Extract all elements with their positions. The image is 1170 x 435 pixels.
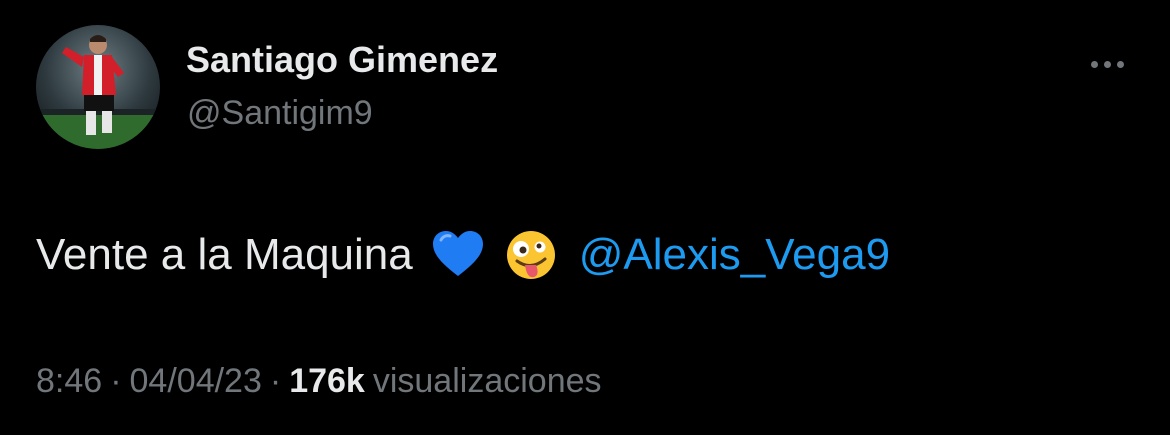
views-count[interactable]: 176k <box>289 362 365 400</box>
tweet-metadata: 8:46 · 04/04/23 · 176k visualizaciones <box>36 364 602 398</box>
tweet-card[interactable]: Santiago Gimenez @Santigim9 Vente a la M… <box>0 0 1170 435</box>
more-options-button[interactable] <box>1080 50 1134 78</box>
meta-separator: · <box>110 362 122 400</box>
author-avatar[interactable] <box>36 25 160 149</box>
tweet-text: Vente a la Maquina @Alexis_Vega9 <box>36 225 890 285</box>
author-display-name[interactable]: Santiago Gimenez <box>186 42 498 78</box>
more-dots-icon <box>1090 60 1098 68</box>
mention-link[interactable]: @Alexis_Vega9 <box>579 233 890 277</box>
player-photo-avatar-icon <box>36 25 160 149</box>
tweet-time[interactable]: 8:46 <box>36 362 102 400</box>
tweet-date[interactable]: 04/04/23 <box>130 362 262 400</box>
more-dots-icon <box>1103 60 1111 68</box>
zany-face-emoji-icon <box>503 227 559 283</box>
more-dots-icon <box>1116 60 1124 68</box>
meta-separator: · <box>269 362 282 400</box>
views-label[interactable]: visualizaciones <box>373 362 602 400</box>
blue-heart-emoji-icon <box>431 230 485 280</box>
tweet-text-content: Vente a la Maquina <box>36 230 413 279</box>
author-handle[interactable]: @Santigim9 <box>187 96 373 130</box>
